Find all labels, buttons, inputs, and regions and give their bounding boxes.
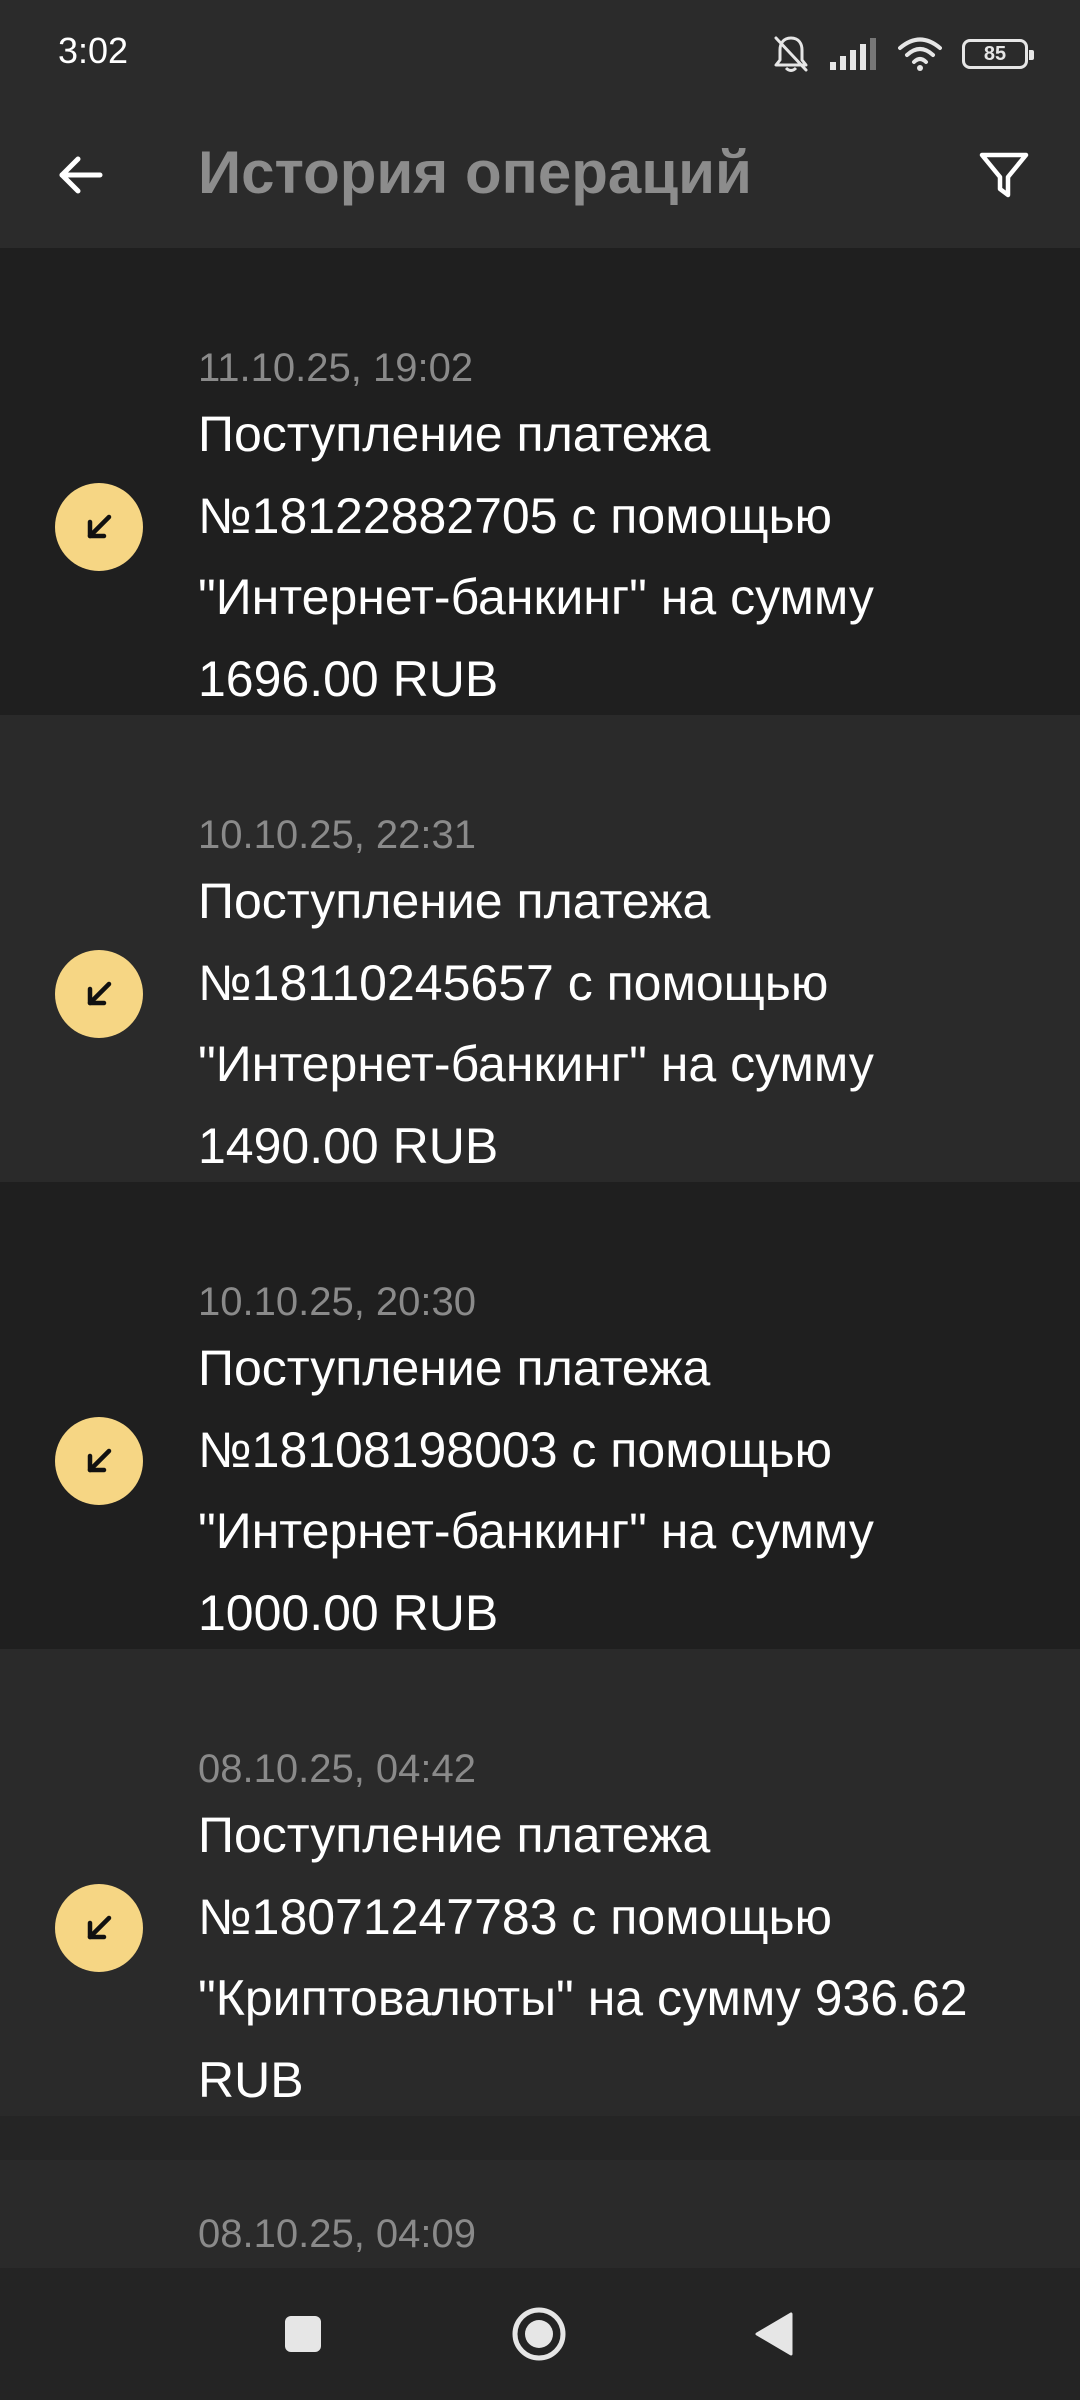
operation-date: 11.10.25, 19:02 bbox=[198, 346, 474, 390]
list-item[interactable]: 10.10.25, 20:30 Поступление платежа №181… bbox=[0, 1182, 1080, 1649]
home-button[interactable] bbox=[499, 2294, 579, 2374]
filter-button[interactable] bbox=[964, 135, 1044, 215]
operation-text: 11.10.25, 19:02 Поступление платежа №181… bbox=[198, 344, 1040, 720]
list-item[interactable]: 11.10.25, 19:02 Поступление платежа №181… bbox=[0, 248, 1080, 715]
incoming-arrow-icon bbox=[55, 1884, 143, 1972]
page-title: История операций bbox=[198, 139, 752, 206]
signal-icon bbox=[830, 38, 878, 70]
operation-text: 10.10.25, 20:30 Поступление платежа №181… bbox=[198, 1278, 1040, 1654]
operation-description: Поступление платежа №18110245657 с помощ… bbox=[198, 873, 874, 1174]
operations-list: 11.10.25, 19:02 Поступление платежа №181… bbox=[0, 248, 1080, 2116]
list-item[interactable]: 10.10.25, 22:31 Поступление платежа №181… bbox=[0, 715, 1080, 1182]
operation-description: Поступление платежа №18071247783 с помощ… bbox=[198, 1807, 968, 2108]
list-item[interactable]: 08.10.25, 04:42 Поступление платежа №180… bbox=[0, 1649, 1080, 2116]
incoming-arrow-icon bbox=[55, 1417, 143, 1505]
recents-button[interactable] bbox=[263, 2294, 343, 2374]
status-time: 3:02 bbox=[58, 30, 129, 71]
navigation-bar bbox=[0, 2268, 1080, 2400]
operation-text: 10.10.25, 22:31 Поступление платежа №181… bbox=[198, 811, 1040, 1187]
incoming-arrow-icon bbox=[55, 950, 143, 1038]
back-button[interactable] bbox=[40, 135, 120, 215]
arrow-left-icon bbox=[59, 156, 103, 194]
operation-description: Поступление платежа №18122882705 с помощ… bbox=[198, 406, 874, 707]
operation-text: 08.10.25, 04:42 Поступление платежа №180… bbox=[198, 1745, 1040, 2121]
back-nav-button[interactable] bbox=[733, 2294, 813, 2374]
battery-level: 85 bbox=[983, 43, 1007, 65]
operation-text: 08.10.25, 04:09 bbox=[198, 2210, 1040, 2258]
operation-date: 08.10.25, 04:42 bbox=[198, 1747, 477, 1791]
battery-icon: 85 bbox=[962, 39, 1034, 69]
operation-date: 10.10.25, 22:31 bbox=[198, 813, 477, 857]
operation-description: Поступление платежа №18108198003 с помощ… bbox=[198, 1340, 874, 1641]
incoming-arrow-icon bbox=[55, 483, 143, 571]
filter-icon bbox=[979, 152, 1029, 198]
triangle-back-icon bbox=[755, 2312, 793, 2356]
status-icons: 85 bbox=[772, 32, 1034, 76]
screen: 3:02 85 История операций 11.10.25, 19:02… bbox=[0, 0, 1080, 2400]
operation-date: 08.10.25, 04:09 bbox=[198, 2212, 477, 2256]
status-bar: 3:02 85 bbox=[0, 0, 1080, 106]
circle-icon bbox=[512, 2307, 566, 2361]
list-item[interactable]: 08.10.25, 04:09 bbox=[0, 2160, 1080, 2270]
operation-date: 10.10.25, 20:30 bbox=[198, 1280, 477, 1324]
app-bar: История операций bbox=[0, 106, 1080, 248]
bell-off-icon bbox=[772, 34, 810, 74]
square-icon bbox=[285, 2316, 321, 2352]
wifi-icon bbox=[898, 37, 942, 71]
